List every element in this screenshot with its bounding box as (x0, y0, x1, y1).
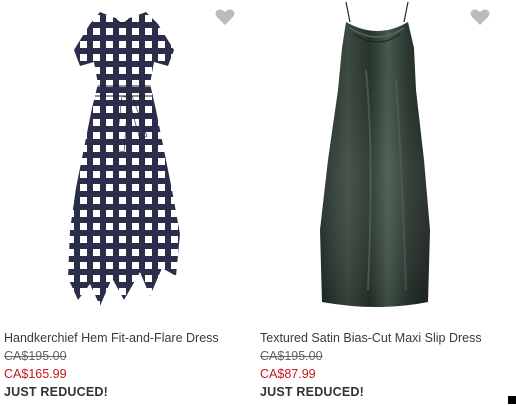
sale-price: CA$165.99 (4, 367, 67, 381)
just-reduced-badge: JUST REDUCED! (260, 385, 364, 399)
corner-marker (508, 396, 516, 404)
favorite-button[interactable] (215, 8, 235, 26)
product-info: Textured Satin Bias-Cut Maxi Slip Dress … (260, 331, 506, 400)
heart-icon (470, 9, 490, 25)
original-price: CA$195.00 (4, 349, 67, 363)
just-reduced-badge: JUST REDUCED! (4, 385, 108, 399)
product-grid: Handkerchief Hem Fit-and-Flare Dress CA$… (0, 0, 516, 406)
product-card[interactable]: Textured Satin Bias-Cut Maxi Slip Dress … (256, 0, 506, 406)
product-image[interactable] (256, 0, 506, 318)
dress-satin-slip-image (320, 1, 430, 307)
dress-gingham-image (68, 12, 180, 306)
favorite-button[interactable] (470, 8, 490, 26)
sale-price: CA$87.99 (260, 367, 316, 381)
product-name-link[interactable]: Handkerchief Hem Fit-and-Flare Dress (4, 331, 250, 346)
product-card[interactable]: Handkerchief Hem Fit-and-Flare Dress CA$… (0, 0, 250, 406)
product-image[interactable] (0, 0, 250, 318)
product-name-link[interactable]: Textured Satin Bias-Cut Maxi Slip Dress (260, 331, 506, 346)
original-price: CA$195.00 (260, 349, 323, 363)
product-info: Handkerchief Hem Fit-and-Flare Dress CA$… (4, 331, 250, 400)
heart-icon (215, 9, 235, 25)
